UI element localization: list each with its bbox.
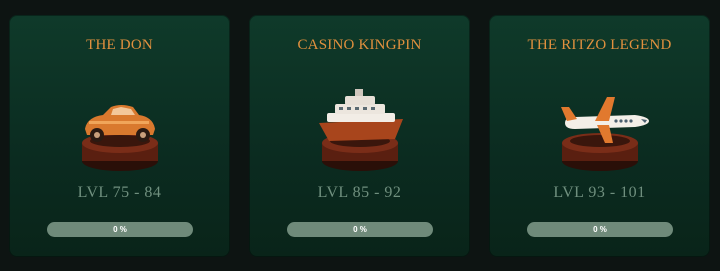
progress-label: 0 % [113,225,127,234]
reward-tier-row: THE DON LVL 75 - 84 0 % CASINO KINGPIN L… [0,0,720,271]
tier-card-the-don[interactable]: THE DON LVL 75 - 84 0 % [9,15,230,257]
tier-title: CASINO KINGPIN [297,37,422,53]
private-jet-icon [560,97,649,171]
progress-label: 0 % [593,225,607,234]
tier-level-range: LVL 93 - 101 [553,184,646,201]
tier-card-casino-kingpin[interactable]: CASINO KINGPIN LVL 85 - 92 0 % [249,15,470,257]
yacht-icon [318,89,403,171]
progress-bar: 0 % [47,222,193,237]
vintage-car-icon [81,105,158,171]
tier-level-range: LVL 75 - 84 [77,184,162,201]
tier-title: THE DON [86,37,153,53]
progress-label: 0 % [353,225,367,234]
tier-level-range: LVL 85 - 92 [317,184,402,201]
progress-bar: 0 % [287,222,433,237]
progress-bar: 0 % [527,222,673,237]
tier-title: THE RITZO LEGEND [527,37,672,53]
tier-card-the-ritzo-legend[interactable]: THE RITZO LEGEND LVL 93 - 101 0 % [489,15,710,257]
